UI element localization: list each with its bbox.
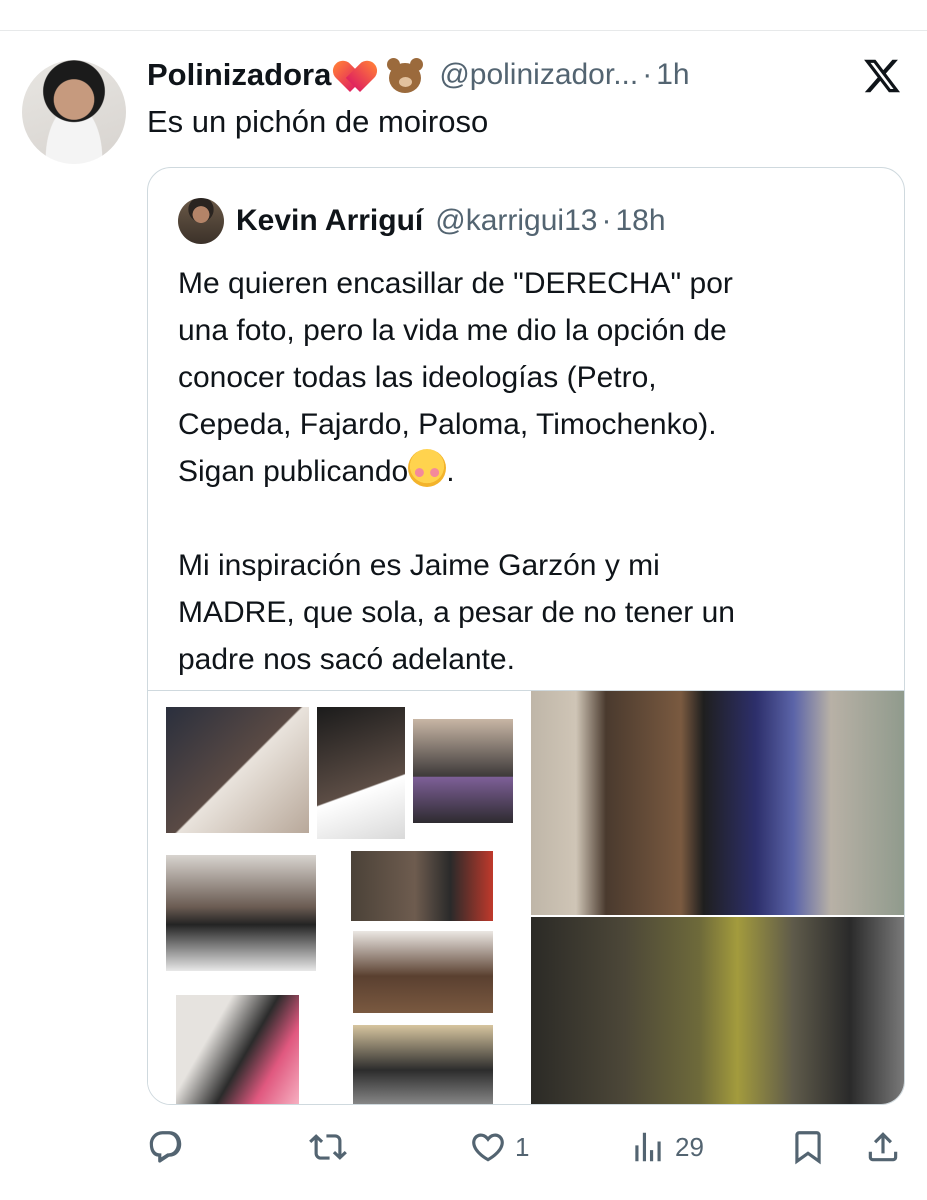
repost-icon	[309, 1134, 347, 1160]
views-count: 29	[675, 1131, 704, 1162]
quoted-tweet-card[interactable]: Kevin Arriguí @karrigui13 · 18h Me quier…	[147, 167, 905, 1105]
separator-dot: ·	[601, 204, 612, 237]
quoted-line: Sigan publicando.	[178, 448, 888, 495]
collage-photo	[351, 851, 493, 921]
author-avatar[interactable]	[22, 60, 126, 164]
tweet-actions: 1 29	[147, 1122, 907, 1172]
share-button[interactable]	[864, 1122, 902, 1172]
author-name[interactable]: Polinizadora	[147, 57, 331, 93]
collage-photo	[166, 855, 316, 971]
repost-button[interactable]	[309, 1122, 355, 1172]
quoted-line: MADRE, que sola, a pesar de no tener un	[178, 596, 735, 629]
quoted-line: Mi inspiración es Jaime Garzón y mi	[178, 549, 660, 582]
like-button[interactable]: 1	[469, 1122, 529, 1172]
quoted-line: Cepeda, Fajardo, Paloma, Timochenko).	[178, 408, 717, 441]
quoted-line: una foto, pero la vida me dio la opción …	[178, 314, 727, 347]
media-photo-collage[interactable]	[148, 691, 528, 1104]
tweet-text: Es un pichón de moiroso	[147, 104, 489, 139]
reply-icon	[149, 1131, 182, 1163]
quoted-author-name[interactable]: Kevin Arriguí	[236, 204, 423, 238]
quoted-line: Me quieren encasillar de "DERECHA" por	[178, 267, 733, 300]
smiling-face-with-hearts-emoji-icon	[408, 449, 447, 487]
views-bar-chart-icon	[635, 1132, 661, 1162]
quoted-line: padre nos sacó adelante.	[178, 643, 515, 676]
quoted-author-avatar[interactable]	[178, 198, 224, 244]
quoted-media[interactable]	[148, 690, 904, 1104]
heart-on-fire-emoji-icon	[341, 56, 379, 94]
share-icon	[868, 1132, 898, 1162]
collage-photo	[353, 1025, 493, 1104]
bookmark-icon	[795, 1131, 821, 1165]
tweet-time[interactable]: 1h	[656, 58, 689, 92]
reply-button[interactable]	[147, 1122, 193, 1172]
collage-photo	[166, 707, 309, 833]
collage-photo	[176, 995, 299, 1104]
media-photo[interactable]	[531, 917, 904, 1104]
heart-icon	[472, 1133, 504, 1162]
tweet-header: Polinizadora @polinizador... · 1h	[147, 54, 690, 96]
collage-photo	[353, 931, 493, 1013]
quoted-line-punct: .	[446, 455, 455, 488]
media-photo[interactable]	[531, 691, 904, 915]
separator-dot: ·	[642, 58, 653, 91]
quoted-tweet-text: Me quieren encasillar de "DERECHA" por u…	[178, 260, 888, 683]
author-handle[interactable]: @polinizador...	[439, 58, 638, 92]
x-logo-icon[interactable]	[862, 56, 902, 96]
views-button[interactable]: 29	[629, 1122, 704, 1172]
collage-photo	[413, 719, 513, 823]
bookmark-button[interactable]	[789, 1122, 827, 1172]
bear-emoji-icon	[387, 58, 424, 93]
quoted-line: conocer todas las ideologías (Petro,	[178, 361, 657, 394]
quoted-author-handle[interactable]: @karrigui13	[435, 204, 597, 238]
collage-photo	[317, 707, 405, 839]
quoted-tweet-time[interactable]: 18h	[615, 204, 665, 238]
top-divider	[0, 30, 927, 31]
quoted-line-text: Sigan publicando	[178, 455, 409, 488]
quoted-tweet-header: Kevin Arriguí @karrigui13 · 18h	[236, 198, 666, 244]
like-count: 1	[515, 1131, 530, 1162]
